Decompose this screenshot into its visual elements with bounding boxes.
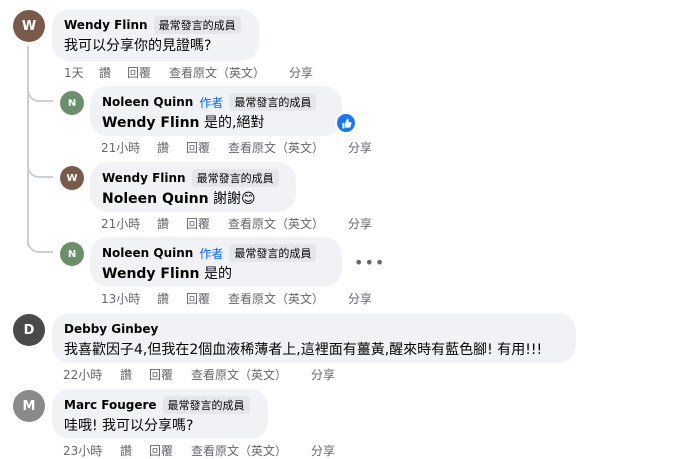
mention-link[interactable]: Wendy Flinn: [102, 266, 200, 282]
like-button[interactable]: 讚: [157, 290, 186, 307]
comment-actions: 21小時 讚 回覆 查看原文（英文） 分享: [101, 215, 372, 231]
like-button[interactable]: 讚: [99, 64, 127, 81]
see-original-button[interactable]: 查看原文（英文）: [191, 442, 311, 459]
comment-time[interactable]: 13小時: [101, 290, 157, 307]
see-original-button[interactable]: 查看原文（英文）: [169, 64, 289, 81]
top-contributor-badge: 最常發言的成員: [229, 244, 317, 262]
share-button[interactable]: 分享: [311, 366, 335, 383]
thread-connector: [27, 150, 53, 178]
comment-author-name[interactable]: Marc Fougere: [64, 398, 157, 412]
like-button[interactable]: 讚: [120, 442, 149, 459]
share-button[interactable]: 分享: [311, 442, 335, 459]
reply-button[interactable]: 回覆: [186, 290, 228, 307]
comment-actions: 22小時 讚 回覆 查看原文（英文） 分享: [63, 366, 335, 382]
comment-author-name[interactable]: Debby Ginbey: [64, 322, 158, 336]
comment-text: Wendy Flinn 是的: [102, 266, 232, 282]
more-horizontal-icon[interactable]: •••: [354, 253, 385, 272]
thread-connector: [27, 225, 53, 253]
comment-bubble: Noleen Quinn 作者 最常發言的成員 Wendy Flinn 是的,絕…: [90, 86, 342, 136]
comment-actions: 1天 讚 回覆 查看原文（英文） 分享: [64, 64, 313, 80]
comment-time[interactable]: 1天: [64, 64, 99, 81]
like-button[interactable]: 讚: [157, 139, 186, 156]
comment-actions: 13小時 讚 回覆 查看原文（英文） 分享: [101, 290, 372, 306]
avatar[interactable]: M: [13, 390, 45, 422]
author-label: 作者: [199, 246, 224, 261]
comment-actions: 23小時 讚 回覆 查看原文（英文） 分享: [63, 442, 335, 458]
comment-time[interactable]: 23小時: [63, 442, 120, 459]
comment-text: 我喜歡因子4,但我在2個血液稀薄者上,這裡面有薑黃,醒來時有藍色腳! 有用!!!: [64, 342, 543, 358]
mention-link[interactable]: Wendy Flinn: [102, 115, 200, 131]
see-original-button[interactable]: 查看原文（英文）: [191, 366, 311, 383]
top-contributor-badge: 最常發言的成員: [229, 93, 317, 111]
comment-bubble: Debby Ginbey 我喜歡因子4,但我在2個血液稀薄者上,這裡面有薑黃,醒…: [52, 313, 576, 363]
comment-text: Wendy Flinn 是的,絕對: [102, 115, 265, 131]
comment-author-name[interactable]: Noleen Quinn: [102, 95, 193, 109]
like-button[interactable]: 讚: [157, 215, 186, 232]
avatar[interactable]: N: [60, 91, 84, 115]
thread-connector: [27, 70, 53, 102]
avatar[interactable]: D: [13, 314, 45, 346]
reply-button[interactable]: 回覆: [186, 139, 228, 156]
comment-text: 我可以分享你的見證嗎?: [64, 38, 212, 54]
comment-author-name[interactable]: Wendy Flinn: [102, 171, 186, 185]
top-contributor-badge: 最常發言的成員: [191, 169, 279, 187]
reply-button[interactable]: 回覆: [186, 215, 228, 232]
like-button[interactable]: 讚: [120, 366, 149, 383]
comment-text: 哇哦! 我可以分享嗎?: [64, 418, 194, 434]
reply-button[interactable]: 回覆: [149, 442, 191, 459]
top-contributor-badge: 最常發言的成員: [162, 396, 250, 414]
comment-author-name[interactable]: Noleen Quinn: [102, 246, 193, 260]
comment-author-name[interactable]: Wendy Flinn: [64, 18, 148, 32]
comment-actions: 21小時 讚 回覆 查看原文（英文） 分享: [101, 139, 372, 155]
comment-text: Noleen Quinn 謝謝😊: [102, 191, 256, 207]
avatar[interactable]: W: [13, 10, 45, 42]
avatar[interactable]: W: [60, 166, 84, 190]
comment-bubble: Noleen Quinn 作者 最常發言的成員 Wendy Flinn 是的: [90, 237, 342, 287]
reply-button[interactable]: 回覆: [127, 64, 169, 81]
avatar[interactable]: N: [60, 242, 84, 266]
comment-time[interactable]: 21小時: [101, 139, 157, 156]
reply-button[interactable]: 回覆: [149, 366, 191, 383]
author-label: 作者: [199, 95, 224, 110]
comment-time[interactable]: 22小時: [63, 366, 120, 383]
comment-bubble: Marc Fougere 最常發言的成員 哇哦! 我可以分享嗎?: [52, 389, 268, 439]
comment-bubble: Wendy Flinn 最常發言的成員 我可以分享你的見證嗎?: [52, 9, 259, 61]
mention-link[interactable]: Noleen Quinn: [102, 191, 209, 207]
like-icon[interactable]: [335, 112, 357, 134]
see-original-button[interactable]: 查看原文（英文）: [228, 290, 348, 307]
share-button[interactable]: 分享: [348, 290, 372, 307]
see-original-button[interactable]: 查看原文（英文）: [228, 139, 348, 156]
share-button[interactable]: 分享: [348, 215, 372, 232]
comment-time[interactable]: 21小時: [101, 215, 157, 232]
see-original-button[interactable]: 查看原文（英文）: [228, 215, 348, 232]
share-button[interactable]: 分享: [348, 139, 372, 156]
top-contributor-badge: 最常發言的成員: [153, 16, 241, 34]
share-button[interactable]: 分享: [289, 64, 313, 81]
comment-bubble: Wendy Flinn 最常發言的成員 Noleen Quinn 謝謝😊: [90, 162, 296, 212]
